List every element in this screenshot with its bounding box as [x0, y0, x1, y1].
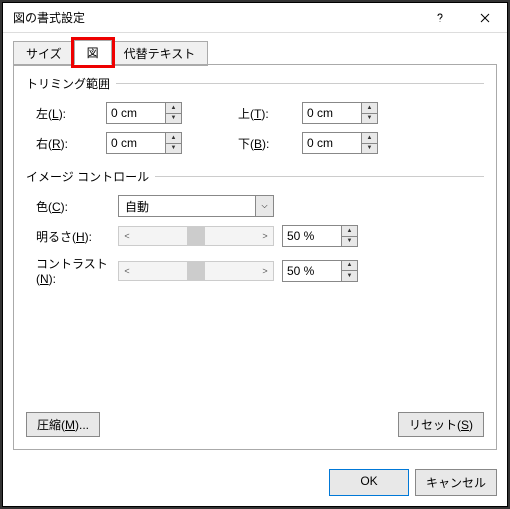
slider-right-icon[interactable]: > — [257, 231, 273, 241]
dialog-content: サイズ 図 代替テキスト トリミング範囲 左(L): ▲▼ 上(T): — [3, 33, 507, 459]
slider-thumb[interactable] — [187, 262, 205, 280]
slider-thumb[interactable] — [187, 227, 205, 245]
compress-button[interactable]: 圧縮(M)... — [26, 412, 100, 437]
dialog-footer: OK キャンセル — [3, 459, 507, 506]
image-control-title: イメージ コントロール — [26, 168, 484, 185]
crop-top-label: 上(T): — [232, 105, 302, 122]
spin-down-icon[interactable]: ▼ — [362, 114, 377, 124]
spin-down-icon[interactable]: ▼ — [362, 144, 377, 154]
panel-button-row: 圧縮(M)... リセット(S) — [26, 412, 484, 437]
brightness-slider[interactable]: < > — [118, 226, 274, 246]
tab-size[interactable]: サイズ — [13, 41, 75, 66]
crop-bottom-label: 下(B): — [232, 135, 302, 152]
image-control-group: イメージ コントロール 色(C): 自動 ⌵ 明るさ(H): < > — [26, 168, 484, 286]
crop-group-title: トリミング範囲 — [26, 75, 484, 92]
dialog-title: 図の書式設定 — [13, 9, 417, 26]
crop-left-label: 左(L): — [26, 105, 106, 122]
spin-up-icon[interactable]: ▲ — [166, 133, 181, 144]
tab-panel: トリミング範囲 左(L): ▲▼ 上(T): ▲▼ 右(R — [13, 64, 497, 450]
contrast-slider[interactable]: < > — [118, 261, 274, 281]
chevron-down-icon[interactable]: ⌵ — [255, 196, 273, 216]
reset-button[interactable]: リセット(S) — [398, 412, 484, 437]
crop-top-input[interactable]: ▲▼ — [302, 102, 378, 124]
ok-button[interactable]: OK — [329, 469, 409, 496]
slider-left-icon[interactable]: < — [119, 231, 135, 241]
close-button[interactable] — [462, 3, 507, 33]
cancel-button[interactable]: キャンセル — [415, 469, 497, 496]
brightness-label: 明るさ(H): — [26, 228, 118, 245]
color-dropdown[interactable]: 自動 ⌵ — [118, 195, 274, 217]
crop-right-input[interactable]: ▲▼ — [106, 132, 182, 154]
color-label: 色(C): — [26, 198, 118, 215]
slider-right-icon[interactable]: > — [257, 266, 273, 276]
spin-up-icon[interactable]: ▲ — [342, 261, 357, 272]
spin-up-icon[interactable]: ▲ — [342, 226, 357, 237]
brightness-input[interactable]: ▲▼ — [282, 225, 358, 247]
spin-up-icon[interactable]: ▲ — [362, 133, 377, 144]
contrast-input[interactable]: ▲▼ — [282, 260, 358, 282]
spin-up-icon[interactable]: ▲ — [166, 103, 181, 114]
crop-left-input[interactable]: ▲▼ — [106, 102, 182, 124]
crop-right-label: 右(R): — [26, 135, 106, 152]
spin-down-icon[interactable]: ▼ — [166, 114, 181, 124]
crop-group: トリミング範囲 左(L): ▲▼ 上(T): ▲▼ 右(R — [26, 75, 484, 154]
tab-picture[interactable]: 図 — [74, 40, 112, 65]
spin-down-icon[interactable]: ▼ — [166, 144, 181, 154]
titlebar: 図の書式設定 — [3, 3, 507, 33]
tab-strip: サイズ 図 代替テキスト — [13, 41, 497, 65]
tab-alt-text[interactable]: 代替テキスト — [111, 41, 209, 66]
spin-up-icon[interactable]: ▲ — [362, 103, 377, 114]
format-picture-dialog: 図の書式設定 サイズ 図 代替テキスト トリミング範囲 左(L): — [2, 2, 508, 507]
spin-down-icon[interactable]: ▼ — [342, 271, 357, 281]
help-button[interactable] — [417, 3, 462, 33]
spin-down-icon[interactable]: ▼ — [342, 237, 357, 247]
contrast-label: コントラスト(N): — [26, 255, 118, 286]
slider-left-icon[interactable]: < — [119, 266, 135, 276]
crop-bottom-input[interactable]: ▲▼ — [302, 132, 378, 154]
